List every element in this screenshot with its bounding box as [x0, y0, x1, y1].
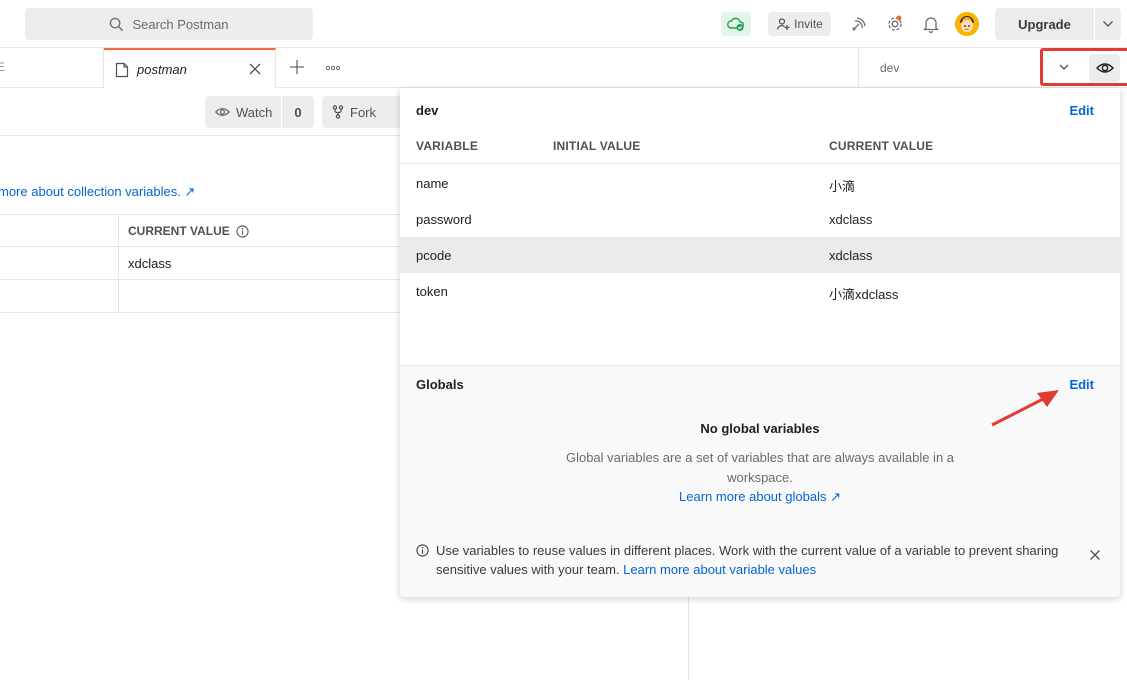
- environment-popover: dev Edit VARIABLE INITIAL VALUE CURRENT …: [400, 88, 1120, 597]
- variable-row[interactable]: pcode xdclass: [400, 237, 1120, 273]
- search-placeholder: Search Postman: [132, 16, 229, 32]
- variable-row[interactable]: password xdclass: [400, 201, 1120, 237]
- watch-count[interactable]: 0: [282, 96, 314, 128]
- variable-row[interactable]: name 小滴: [400, 165, 1120, 201]
- globals-title: Globals: [416, 377, 464, 392]
- invite-label: Invite: [794, 17, 823, 31]
- bell-icon[interactable]: [921, 14, 941, 34]
- eye-icon: [215, 108, 230, 116]
- tab-postman[interactable]: postman: [104, 48, 276, 88]
- current-value-cell[interactable]: xdclass: [128, 256, 171, 271]
- tab-strip: E postman dev: [0, 48, 1127, 88]
- variable-column-header: VARIABLE: [416, 139, 479, 153]
- divider: [0, 135, 400, 136]
- tab-label: postman: [137, 62, 187, 77]
- edit-environment-link[interactable]: Edit: [1069, 103, 1094, 118]
- table-header-row: CURRENT VALUE: [0, 214, 400, 247]
- search-bar[interactable]: Search Postman: [25, 8, 313, 40]
- globals-empty-description: Global variables are a set of variables …: [565, 450, 955, 485]
- environment-name: dev: [880, 61, 900, 75]
- chevron-down-icon: [1103, 21, 1113, 27]
- learn-collection-variables-link[interactable]: more about collection variables. ↗: [0, 184, 195, 200]
- learn-variable-values-link[interactable]: Learn more about variable values: [623, 562, 816, 577]
- watch-button[interactable]: Watch: [205, 96, 281, 128]
- variable-current-value: 小滴: [829, 179, 856, 194]
- top-bar: Search Postman Invite Upgrade: [0, 0, 1127, 48]
- fork-label: Fork: [350, 104, 376, 120]
- tab-previous[interactable]: E: [0, 48, 104, 88]
- satellite-icon[interactable]: [849, 14, 869, 34]
- info-icon[interactable]: [236, 224, 249, 238]
- variables-header-row: VARIABLE INITIAL VALUE CURRENT VALUE: [400, 132, 1120, 164]
- upgrade-dropdown-button[interactable]: [1095, 8, 1121, 40]
- table-row[interactable]: xdclass: [0, 247, 400, 280]
- annotation-highlight-box: [1040, 48, 1127, 86]
- invite-button[interactable]: Invite: [768, 12, 831, 36]
- collection-variables-table: CURRENT VALUE xdclass: [0, 214, 400, 313]
- upgrade-button[interactable]: Upgrade: [995, 8, 1094, 40]
- more-tabs-icon[interactable]: [325, 60, 341, 76]
- variable-row[interactable]: token 小滴xdclass: [400, 273, 1120, 309]
- environment-title: dev: [416, 103, 439, 118]
- initial-value-column-header: INITIAL VALUE: [553, 139, 641, 153]
- current-value-column-header: CURRENT VALUE: [829, 139, 934, 153]
- info-banner-text: Use variables to reuse values in differe…: [436, 543, 1059, 577]
- tab-previous-label: E: [0, 60, 6, 74]
- learn-globals-link[interactable]: Learn more about globals ↗: [400, 489, 1120, 505]
- fork-button[interactable]: Fork: [322, 96, 402, 128]
- close-icon[interactable]: [1089, 549, 1101, 561]
- variable-current-value: 小滴xdclass: [829, 287, 899, 302]
- current-value-header: CURRENT VALUE: [128, 224, 249, 238]
- avatar[interactable]: [955, 12, 979, 36]
- edit-globals-link[interactable]: Edit: [1069, 377, 1094, 392]
- variable-name: pcode: [416, 248, 452, 263]
- search-icon: [110, 17, 124, 31]
- globals-section: Globals Edit No global variables Global …: [400, 365, 1120, 597]
- add-user-icon: [777, 18, 790, 30]
- watch-label: Watch: [236, 104, 273, 120]
- info-icon: [416, 544, 429, 557]
- variable-name: password: [416, 212, 472, 227]
- pane-divider: [688, 596, 689, 680]
- fork-icon: [332, 105, 344, 119]
- new-tab-plus-icon[interactable]: [288, 58, 306, 76]
- globals-empty-title: No global variables: [700, 421, 820, 436]
- variable-current-value: xdclass: [829, 212, 873, 227]
- settings-gear-icon[interactable]: [885, 14, 905, 34]
- variable-name: name: [416, 176, 449, 191]
- table-row[interactable]: [0, 280, 400, 313]
- close-icon[interactable]: [248, 62, 262, 76]
- sync-status-icon[interactable]: [721, 12, 751, 36]
- variable-name: token: [416, 284, 448, 299]
- document-icon: [115, 62, 129, 78]
- environment-selector[interactable]: dev: [858, 48, 1040, 88]
- variable-current-value: xdclass: [829, 248, 873, 263]
